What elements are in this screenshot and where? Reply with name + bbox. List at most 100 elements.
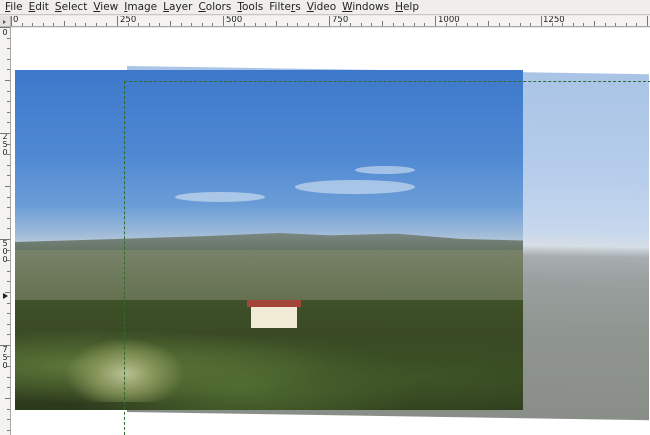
ruler-tick (7, 207, 10, 208)
ruler-tick (552, 23, 553, 26)
ruler-tick (446, 23, 447, 26)
panorama-left-layer[interactable] (15, 70, 523, 410)
ruler-tick (7, 112, 10, 113)
vertical-ruler[interactable]: 0 250 500 750 (0, 27, 11, 435)
ruler-tick (456, 23, 457, 26)
ruler-tick (149, 23, 150, 26)
ruler-tick (393, 23, 394, 26)
ruler-tick (5, 292, 10, 293)
cloud (295, 180, 415, 194)
ruler-tick (340, 23, 341, 26)
horizontal-ruler[interactable]: 0 250 500 750 1000 1250 (11, 16, 650, 27)
ruler-tick (234, 23, 235, 26)
ruler-tick (594, 21, 595, 26)
ruler-tick (647, 16, 648, 26)
ruler-tick (32, 23, 33, 26)
image-canvas[interactable] (11, 28, 650, 435)
ruler-tick (287, 23, 288, 26)
ruler-tick (626, 23, 627, 26)
menu-file[interactable]: File (5, 1, 23, 13)
ruler-tick (5, 398, 10, 399)
ruler-tick (7, 122, 10, 123)
ruler-tick (7, 154, 10, 155)
ruler-tick (7, 387, 10, 388)
menu-tools[interactable]: Tools (237, 1, 263, 13)
vruler-label: 0 (2, 28, 8, 37)
ruler-tick (520, 23, 521, 26)
ruler-tick (64, 21, 65, 26)
ruler-tick (297, 23, 298, 26)
cloud (175, 192, 265, 202)
ruler-tick (7, 144, 10, 145)
ruler-tick (499, 23, 500, 26)
ruler-tick (43, 23, 44, 26)
ruler-tick (244, 23, 245, 26)
ruler-tick (361, 23, 362, 26)
ruler-tick (318, 23, 319, 26)
ruler-corner-button[interactable] (0, 16, 11, 27)
ruler-tick (7, 419, 10, 420)
ruler-tick (138, 23, 139, 26)
menu-filters[interactable]: Filters (269, 1, 301, 13)
ruler-tick (5, 80, 10, 81)
menu-select[interactable]: Select (55, 1, 87, 13)
menu-video[interactable]: Video (307, 1, 336, 13)
ruler-tick (7, 271, 10, 272)
ruler-tick (382, 21, 383, 26)
ruler-tick (7, 218, 10, 219)
menu-layer[interactable]: Layer (163, 1, 192, 13)
ruler-tick (265, 23, 266, 26)
ruler-tick (435, 16, 436, 26)
ruler-tick (530, 23, 531, 26)
ruler-tick (212, 23, 213, 26)
ruler-tick (7, 91, 10, 92)
ruler-tick (170, 21, 171, 26)
ruler-tick (255, 23, 256, 26)
menu-colors[interactable]: Colors (198, 1, 231, 13)
ruler-tick (7, 101, 10, 102)
palm-tree (55, 332, 195, 402)
ruler-tick (11, 16, 12, 26)
ruler-tick (128, 23, 129, 26)
ruler-tick (7, 197, 10, 198)
ruler-tick (0, 345, 10, 346)
ruler-tick (308, 23, 309, 26)
ruler-tick (7, 38, 10, 39)
ruler-tick (562, 23, 563, 26)
ruler-tick (541, 16, 542, 26)
ruler-tick (477, 23, 478, 26)
cloud (355, 166, 415, 174)
ruler-tick (181, 23, 182, 26)
ruler-tick (7, 377, 10, 378)
ruler-tick (467, 23, 468, 26)
menu-view[interactable]: View (93, 1, 118, 13)
ruler-tick (414, 23, 415, 26)
ruler-tick (5, 186, 10, 187)
ruler-tick (7, 356, 10, 357)
villa (247, 300, 301, 328)
menu-image[interactable]: Image (124, 1, 157, 13)
ruler-tick (7, 430, 10, 431)
ruler-tick (7, 260, 10, 261)
ruler-tick (7, 59, 10, 60)
ruler-tick (424, 23, 425, 26)
ruler-tick (276, 21, 277, 26)
ruler-tick (7, 281, 10, 282)
menu-help[interactable]: Help (395, 1, 419, 13)
ruler-tick (371, 23, 372, 26)
ruler-tick (191, 23, 192, 26)
menu-edit[interactable]: Edit (29, 1, 49, 13)
ruler-tick (7, 366, 10, 367)
ruler-tick (117, 16, 118, 26)
ruler-tick (7, 303, 10, 304)
ruler-tick (7, 313, 10, 314)
ruler-tick (329, 16, 330, 26)
ruler-tick (350, 23, 351, 26)
menubar: File Edit Select View Image Layer Colors… (0, 0, 650, 15)
ruler-tick (7, 69, 10, 70)
ruler-tick (0, 239, 10, 240)
menu-windows[interactable]: Windows (342, 1, 389, 13)
ruler-tick (7, 250, 10, 251)
ruler-tick (403, 23, 404, 26)
ruler-tick (223, 16, 224, 26)
